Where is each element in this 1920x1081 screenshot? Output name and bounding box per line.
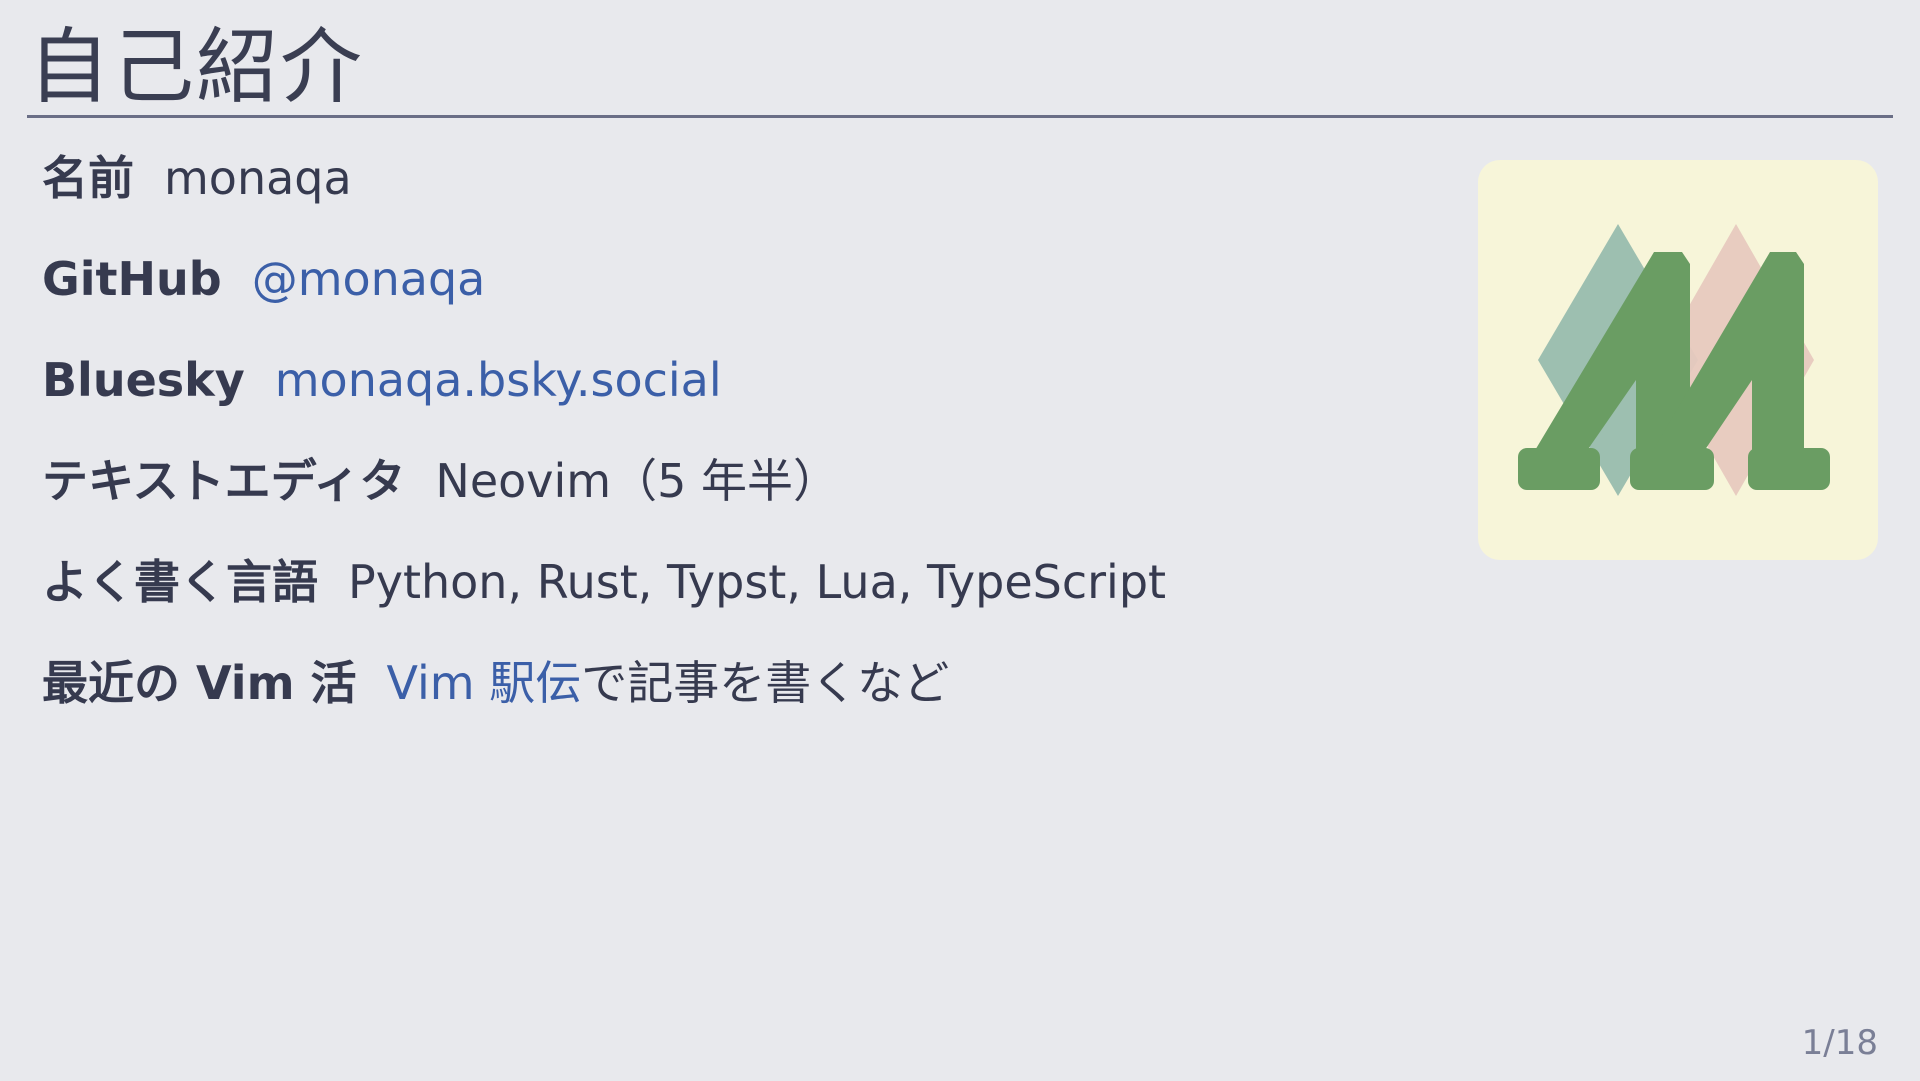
profile-row-name: 名前 monaqa <box>42 140 1166 241</box>
profile-label-vim-activity: 最近の Vim 活 <box>42 656 357 710</box>
profile-row-languages: よく書く言語 Python, Rust, Typst, Lua, TypeScr… <box>42 544 1166 645</box>
profile-row-github: GitHub @monaqa <box>42 241 1166 342</box>
profile-row-bluesky: Bluesky monaqa.bsky.social <box>42 342 1166 443</box>
profile-row-editor: テキストエディタ Neovim（5 年半） <box>42 443 1166 544</box>
vim-ekiden-link[interactable]: Vim 駅伝 <box>387 656 582 710</box>
profile-label-languages: よく書く言語 <box>42 555 318 609</box>
slide: 自己紹介 名前 monaqa GitHub @monaqa Bluesky mo… <box>0 0 1920 1081</box>
github-link[interactable]: @monaqa <box>252 241 486 317</box>
profile-label-bluesky: Bluesky <box>42 353 245 407</box>
profile-label-editor: テキストエディタ <box>42 454 406 508</box>
slide-title: 自己紹介 <box>28 20 365 115</box>
profile-value-languages: Python, Rust, Typst, Lua, TypeScript <box>348 555 1167 609</box>
profile-label-github: GitHub <box>42 252 222 306</box>
page-number: 1/18 <box>1801 1023 1878 1063</box>
avatar <box>1478 160 1878 560</box>
profile-value-vim-activity: Vim 駅伝で記事を書くなど <box>387 645 950 721</box>
profile-value-editor: Neovim（5 年半） <box>435 454 839 508</box>
bluesky-link[interactable]: monaqa.bsky.social <box>275 342 722 418</box>
profile-row-vim-activity: 最近の Vim 活 Vim 駅伝で記事を書くなど <box>42 645 1166 746</box>
profile-label-name: 名前 <box>42 151 134 205</box>
monaqa-m-logo-icon <box>1518 224 1830 496</box>
title-divider <box>27 115 1893 118</box>
profile-value-name: monaqa <box>164 151 352 205</box>
profile-list: 名前 monaqa GitHub @monaqa Bluesky monaqa.… <box>42 140 1166 746</box>
vim-activity-rest-text: で記事を書くなど <box>581 656 950 710</box>
